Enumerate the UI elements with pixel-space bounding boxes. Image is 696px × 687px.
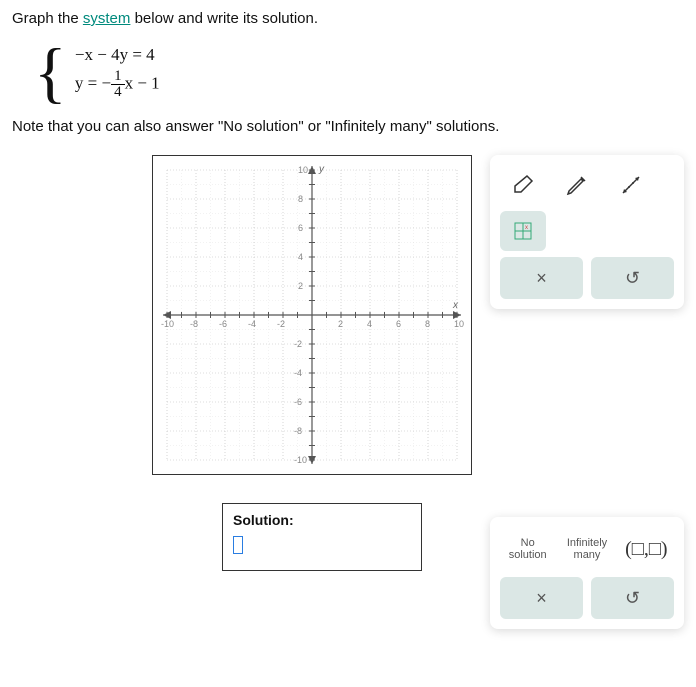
frac-num: 1	[111, 69, 125, 85]
infinitely-many-button[interactable]: Infinitely many	[559, 527, 614, 571]
y-tick: -2	[294, 339, 302, 349]
x-axis-label: x	[453, 300, 458, 311]
y-tick: 2	[298, 281, 303, 291]
equation-system: { −x − 4y = 4 y = −14x − 1	[34, 41, 684, 104]
x-tick: -10	[161, 319, 174, 329]
y-tick: 10	[298, 165, 308, 175]
x-tick: -2	[277, 319, 285, 329]
x-tick: 2	[338, 319, 343, 329]
y-tick: -6	[294, 397, 302, 407]
y-tick: -4	[294, 368, 302, 378]
graph-svg	[153, 156, 471, 474]
prompt-post: below and write its solution.	[130, 10, 318, 27]
x-tick: 8	[425, 319, 430, 329]
grid-icon: x	[511, 219, 535, 243]
no-solution-l2: solution	[509, 549, 547, 561]
line-tool[interactable]	[608, 165, 654, 205]
y-tick: -10	[294, 455, 307, 465]
x-tick: -6	[219, 319, 227, 329]
solution-box: Solution:	[222, 503, 422, 571]
fraction: 14	[111, 69, 125, 100]
svg-text:x: x	[525, 225, 528, 231]
y-tick: 6	[298, 223, 303, 233]
eraser-icon	[511, 173, 535, 197]
x-tick: 4	[367, 319, 372, 329]
y-tick: 8	[298, 194, 303, 204]
brace-icon: {	[34, 42, 67, 103]
equation-1: −x − 4y = 4	[75, 45, 160, 65]
prompt-pre: Graph the	[12, 10, 83, 27]
solution-label: Solution:	[233, 512, 411, 528]
ordered-pair-button[interactable]: (□,□)	[619, 527, 674, 571]
grid-snap-tool[interactable]: x	[500, 211, 546, 251]
eraser-tool[interactable]	[500, 165, 546, 205]
no-solution-l1: No	[521, 537, 535, 549]
reset-graph-button[interactable]: ↺	[591, 257, 674, 299]
equation-2: y = −14x − 1	[75, 69, 160, 100]
frac-den: 4	[111, 85, 125, 100]
y-axis-label: y	[319, 164, 324, 175]
system-link[interactable]: system	[83, 10, 131, 27]
inf-l1: Infinitely	[567, 537, 607, 549]
clear-graph-button[interactable]: ×	[500, 257, 583, 299]
x-tick: -8	[190, 319, 198, 329]
eq2-rhs: x − 1	[125, 73, 160, 92]
coordinate-graph[interactable]: y x 2 -2 2 -2 4 -4 4 -4 6 -6 6 -6 8 -8 8 -8 10 -10 10 -10	[152, 155, 472, 475]
clear-answer-button[interactable]: ×	[500, 577, 583, 619]
y-tick: 4	[298, 252, 303, 262]
note-text: Note that you can also answer "No soluti…	[12, 118, 684, 135]
drawing-tools-panel: x × ↺	[490, 155, 684, 309]
line-icon	[619, 173, 643, 197]
y-tick: -8	[294, 426, 302, 436]
no-solution-button[interactable]: No solution	[500, 527, 555, 571]
eq2-lhs: y = −	[75, 73, 111, 92]
x-tick: 10	[454, 319, 464, 329]
reset-answer-button[interactable]: ↺	[591, 577, 674, 619]
inf-l2: many	[574, 549, 601, 561]
prompt-line: Graph the system below and write its sol…	[12, 10, 684, 27]
solution-input[interactable]	[233, 536, 243, 554]
x-tick: 6	[396, 319, 401, 329]
pencil-icon	[565, 173, 589, 197]
pencil-tool[interactable]	[554, 165, 600, 205]
answer-options-panel: No solution Infinitely many (□,□) × ↺	[490, 517, 684, 629]
pair-label: (□,□)	[625, 538, 667, 560]
x-tick: -4	[248, 319, 256, 329]
